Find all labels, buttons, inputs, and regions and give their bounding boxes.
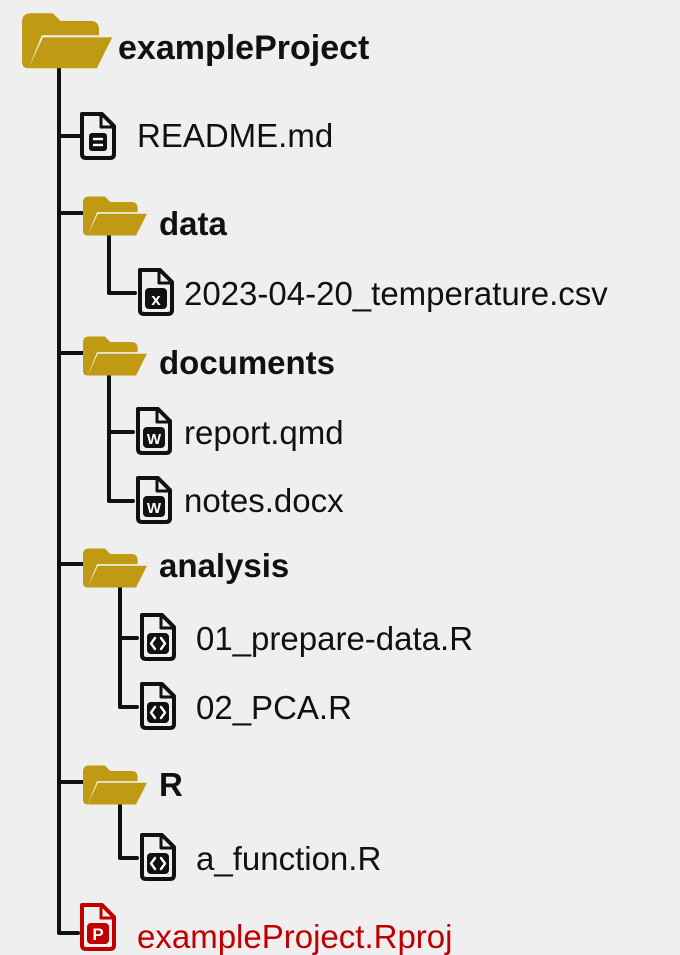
analysis-children-line — [118, 581, 139, 709]
analysis-folder-icon[interactable] — [83, 548, 147, 588]
svg-text:W: W — [147, 431, 162, 448]
rproj-label[interactable]: exampleProject.Rproj — [137, 920, 452, 953]
notes-docx-label[interactable]: notes.docx — [184, 484, 344, 517]
temperature-csv-label[interactable]: 2023-04-20_temperature.csv — [184, 277, 608, 310]
rproject-file-icon[interactable]: P — [80, 903, 116, 951]
file-tree-diagram: x W W P — [22, 13, 176, 951]
data-folder-label[interactable]: data — [159, 207, 227, 240]
svg-text:x: x — [151, 290, 161, 309]
analysis-folder-label[interactable]: analysis — [159, 549, 289, 582]
a-function-r-label[interactable]: a_function.R — [196, 842, 381, 875]
r-folder-label[interactable]: R — [159, 768, 183, 801]
a-function-code-file-icon[interactable] — [140, 833, 176, 881]
root-trunk — [57, 66, 80, 935]
svg-text:W: W — [147, 500, 162, 517]
r-children-line — [118, 800, 139, 860]
documents-folder-icon[interactable] — [83, 336, 147, 376]
prepare-data-code-file-icon[interactable] — [140, 613, 176, 661]
spreadsheet-file-icon[interactable]: x — [138, 268, 174, 316]
readme-label[interactable]: README.md — [137, 119, 333, 152]
report-word-file-icon[interactable]: W — [136, 407, 172, 455]
documents-folder-label[interactable]: documents — [159, 346, 335, 379]
notes-word-file-icon[interactable]: W — [136, 476, 172, 524]
readme-file-icon[interactable] — [80, 112, 116, 160]
root-folder-icon[interactable] — [22, 13, 113, 69]
data-children-line — [107, 231, 137, 295]
report-qmd-label[interactable]: report.qmd — [184, 416, 344, 449]
r-folder-icon[interactable] — [83, 765, 147, 805]
pca-r-label[interactable]: 02_PCA.R — [196, 691, 352, 724]
root-folder-label[interactable]: exampleProject — [118, 31, 369, 65]
pca-code-file-icon[interactable] — [140, 682, 176, 730]
documents-children-line — [107, 371, 135, 503]
prepare-data-r-label[interactable]: 01_prepare-data.R — [196, 622, 473, 655]
data-folder-icon[interactable] — [83, 196, 147, 236]
svg-text:P: P — [92, 925, 103, 944]
